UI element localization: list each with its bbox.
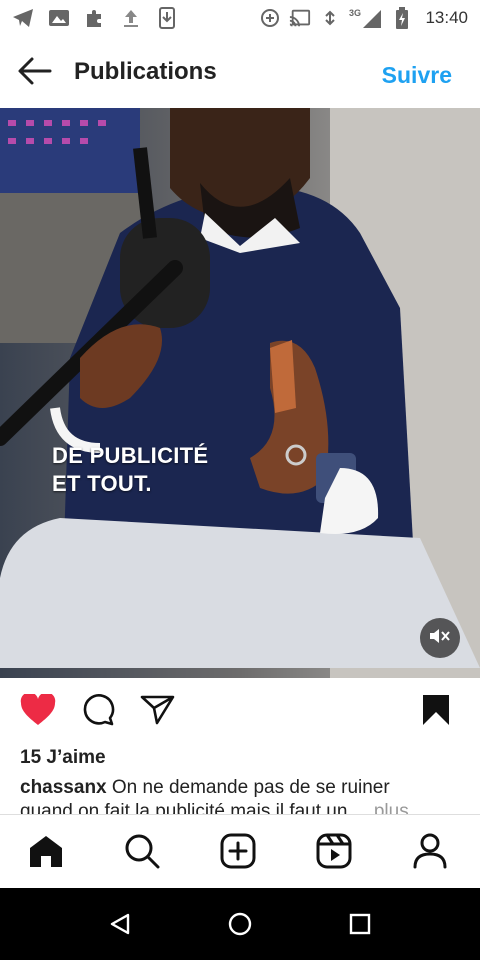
subtitle-line-1: DE PUBLICITÉ [52,443,209,468]
more-link[interactable]: ... plus [353,801,409,814]
post-caption[interactable]: chassanx On ne demande pas de se ruiner … [20,776,460,814]
upload-icon [120,7,142,29]
triangle-back-icon [109,913,131,940]
caption-username[interactable]: chassanx [20,777,107,798]
system-navigation-bar [0,888,480,960]
heart-filled-icon [20,691,56,731]
profile-tab[interactable] [408,831,452,875]
profile-icon [413,833,447,874]
home-filled-icon [28,834,64,873]
follow-button[interactable]: Suivre [382,62,452,89]
top-bar: Publications Suivre [0,36,480,108]
caption-text-line-1: On ne demande pas de se ruiner [111,777,390,798]
video-frame [0,108,480,678]
battery-icon [391,7,413,29]
comment-bubble-icon [81,693,115,732]
add-post-icon [220,833,256,874]
comment-button[interactable] [78,692,118,732]
system-home-button[interactable] [222,908,258,944]
subtitle-line-2: ET TOUT. [52,471,152,496]
clock: 13:40 [425,8,468,27]
share-button[interactable] [138,692,178,732]
status-bar: 3G 13:40 [0,0,480,36]
mute-button[interactable] [420,618,460,658]
search-icon [124,833,160,874]
wifi-icon [319,7,341,29]
data-saver-icon [259,7,281,29]
puzzle-icon [84,7,106,29]
telegram-icon [12,7,34,29]
send-icon [140,694,176,731]
bookmark-filled-icon [421,694,451,731]
post-actions [0,690,480,736]
page-title: Publications [74,58,217,85]
network-type-label: 3G [349,8,361,18]
system-recents-button[interactable] [342,908,378,944]
gallery-icon [48,7,70,29]
signal-icon: 3G [349,7,383,29]
home-tab[interactable] [24,831,68,875]
download-icon [156,7,178,29]
like-button[interactable] [18,691,58,732]
cast-icon [289,7,311,29]
bottom-navigation [0,814,480,888]
volume-muted-icon [429,627,451,650]
reels-tab[interactable] [312,831,356,875]
save-button[interactable] [416,692,456,732]
system-back-button[interactable] [102,908,138,944]
reels-icon [316,833,352,874]
likes-count[interactable]: 15 J’aime [20,747,106,769]
video-subtitle: DE PUBLICITÉ ET TOUT. [52,442,208,498]
create-tab[interactable] [216,831,260,875]
caption-text-line-2: quand on fait la publicité mais il faut … [20,801,348,814]
back-arrow-icon[interactable] [16,56,56,88]
square-recents-icon [349,913,371,940]
circle-home-icon [228,912,252,941]
post-video[interactable]: DE PUBLICITÉ ET TOUT. [0,108,480,678]
search-tab[interactable] [120,831,164,875]
